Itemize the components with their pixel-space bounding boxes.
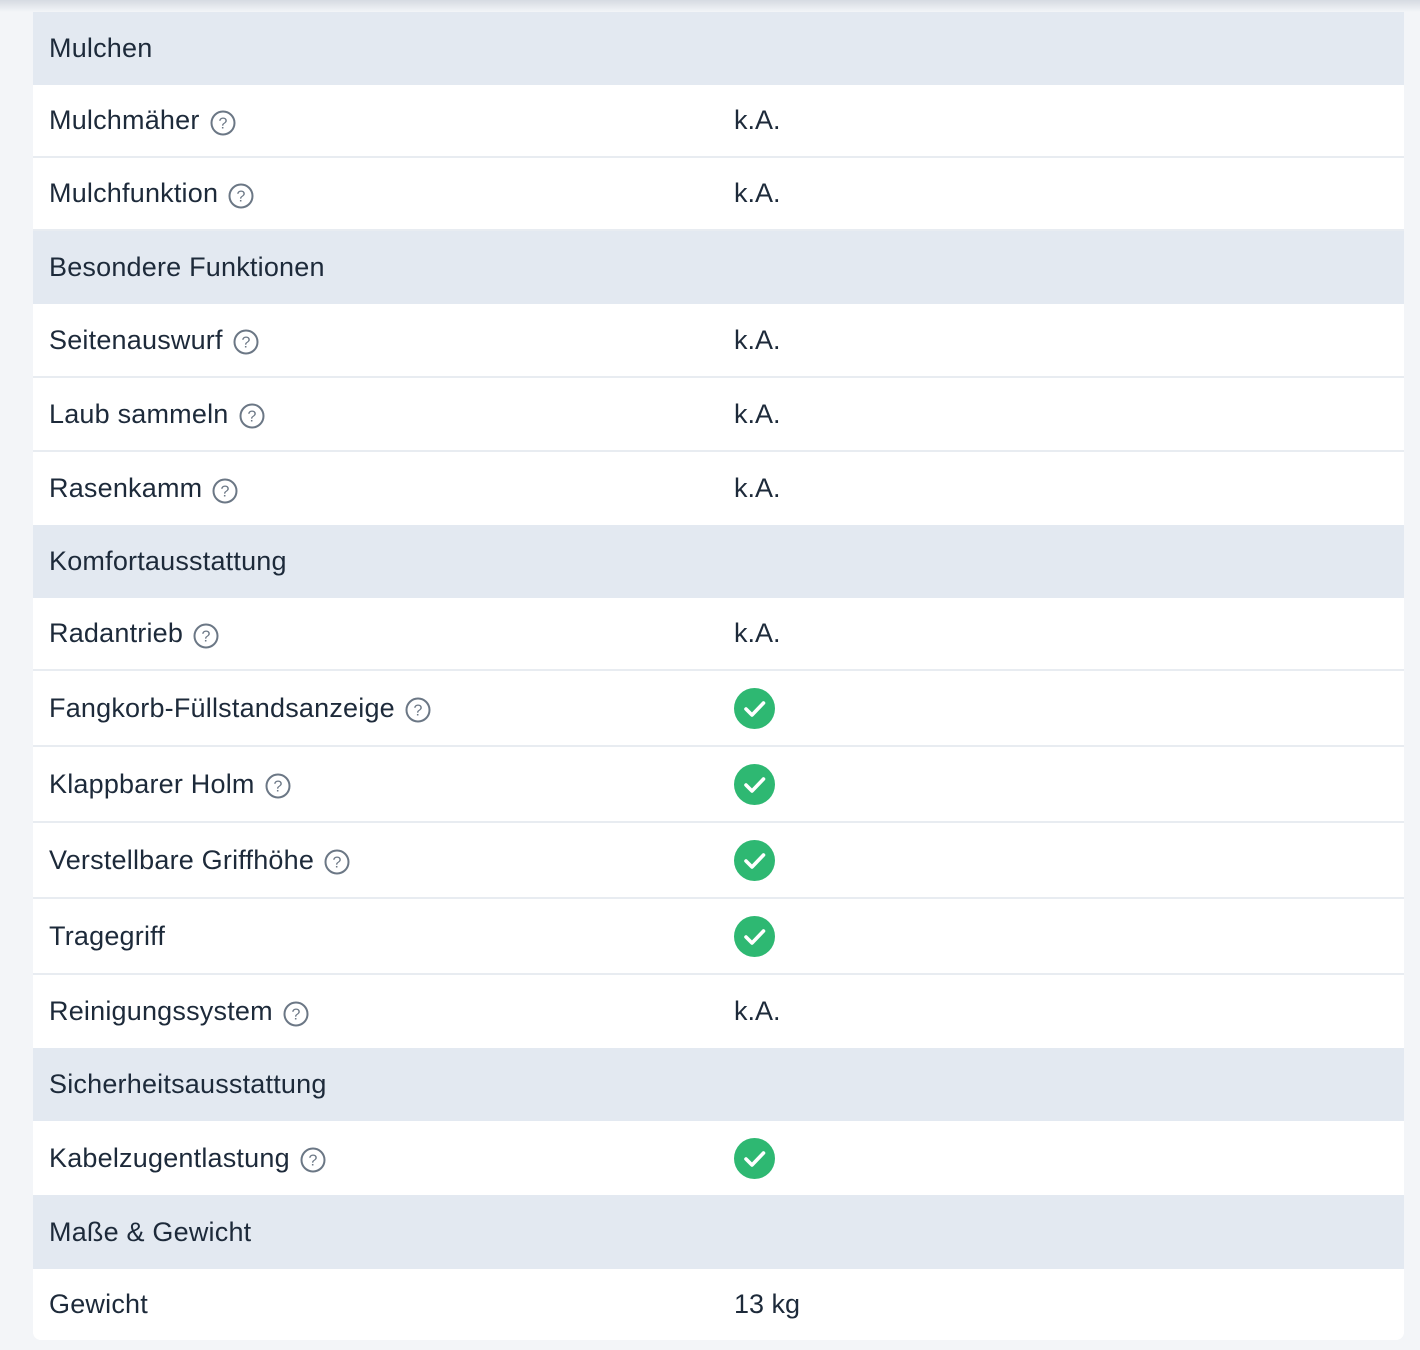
- svg-text:?: ?: [247, 409, 256, 426]
- spec-label: Laub sammeln: [49, 398, 229, 429]
- svg-text:?: ?: [308, 1153, 317, 1170]
- svg-text:?: ?: [202, 628, 211, 645]
- section-header-besondere-funktionen: Besondere Funktionen: [33, 231, 1404, 304]
- help-circle-icon[interactable]: ?: [239, 403, 265, 429]
- spec-label: Mulchfunktion: [49, 178, 219, 208]
- svg-text:?: ?: [241, 335, 250, 352]
- section-title: Sicherheitsausstattung: [49, 1069, 327, 1099]
- help-circle-icon[interactable]: ?: [212, 478, 238, 504]
- spec-row-gewicht: Gewicht 13 kg: [33, 1269, 1404, 1340]
- spec-row-klappbarer-holm: Klappbarer Holm?: [33, 747, 1404, 823]
- help-circle-icon[interactable]: ?: [265, 773, 291, 799]
- spec-label: Mulchmäher: [49, 105, 200, 135]
- svg-text:?: ?: [218, 115, 227, 132]
- section-title: Mulchen: [49, 33, 153, 63]
- check-circle-icon: [734, 915, 775, 957]
- section-header-mulchen: Mulchen: [33, 12, 1404, 85]
- check-circle-icon: [734, 839, 775, 881]
- help-circle-icon[interactable]: ?: [193, 623, 219, 649]
- section-title: Besondere Funktionen: [49, 252, 325, 282]
- section-header-masse-gewicht: Maße & Gewicht: [33, 1195, 1404, 1269]
- spec-value: k.A.: [734, 178, 781, 208]
- spec-value: k.A.: [734, 324, 781, 355]
- spec-row-kabelzugentlastung: Kabelzugentlastung?: [33, 1121, 1404, 1195]
- check-circle-icon: [734, 687, 775, 729]
- spec-row-reinigungssystem: Reinigungssystem? k.A.: [33, 975, 1404, 1048]
- spec-row-laub-sammeln: Laub sammeln? k.A.: [33, 378, 1404, 452]
- spec-label: Tragegriff: [49, 920, 166, 951]
- spec-row-fangkorb-fuellstandsanzeige: Fangkorb-Füllstandsanzeige?: [33, 671, 1404, 747]
- spec-value: k.A.: [734, 996, 781, 1026]
- section-header-komfortausstattung: Komfortausstattung: [33, 525, 1404, 598]
- check-circle-icon: [734, 1137, 775, 1179]
- check-circle-icon: [734, 763, 775, 805]
- spec-row-verstellbare-griffhoehe: Verstellbare Griffhöhe?: [33, 823, 1404, 899]
- section-title: Komfortausstattung: [49, 546, 287, 576]
- spec-row-mulchmaeher: Mulchmäher? k.A.: [33, 85, 1404, 158]
- spec-row-radantrieb: Radantrieb? k.A.: [33, 598, 1404, 671]
- svg-text:?: ?: [273, 779, 282, 796]
- help-circle-icon[interactable]: ?: [324, 849, 350, 875]
- spec-label: Rasenkamm: [49, 473, 203, 503]
- svg-text:?: ?: [237, 188, 246, 205]
- help-circle-icon[interactable]: ?: [405, 697, 431, 723]
- spec-label: Kabelzugentlastung: [49, 1142, 290, 1173]
- top-shadow: [0, 0, 1420, 12]
- spec-label: Gewicht: [49, 1289, 148, 1319]
- spec-value: k.A.: [734, 618, 781, 648]
- spec-label: Fangkorb-Füllstandsanzeige: [49, 692, 395, 723]
- spec-row-tragegriff: Tragegriff: [33, 899, 1404, 975]
- spec-row-mulchfunktion: Mulchfunktion? k.A.: [33, 158, 1404, 231]
- section-header-sicherheitsausstattung: Sicherheitsausstattung: [33, 1048, 1404, 1121]
- spec-label: Verstellbare Griffhöhe: [49, 844, 315, 875]
- help-circle-icon[interactable]: ?: [233, 329, 259, 355]
- spec-label: Reinigungssystem: [49, 996, 273, 1026]
- svg-text:?: ?: [291, 1006, 300, 1023]
- spec-label: Seitenauswurf: [49, 324, 223, 355]
- help-circle-icon[interactable]: ?: [300, 1147, 326, 1173]
- svg-text:?: ?: [333, 855, 342, 872]
- spec-table: Mulchen Mulchmäher? k.A. Mulchfunktion? …: [33, 12, 1404, 1340]
- help-circle-icon[interactable]: ?: [210, 110, 236, 136]
- spec-label: Radantrieb: [49, 618, 184, 648]
- help-circle-icon[interactable]: ?: [228, 183, 254, 209]
- spec-row-rasenkamm: Rasenkamm? k.A.: [33, 452, 1404, 525]
- svg-text:?: ?: [413, 703, 422, 720]
- spec-value: 13 kg: [734, 1289, 801, 1319]
- spec-row-seitenauswurf: Seitenauswurf? k.A.: [33, 304, 1404, 378]
- spec-value: k.A.: [734, 105, 781, 135]
- spec-value: k.A.: [734, 473, 781, 503]
- spec-label: Klappbarer Holm: [49, 768, 255, 799]
- svg-text:?: ?: [221, 483, 230, 500]
- help-circle-icon[interactable]: ?: [283, 1001, 309, 1027]
- spec-value: k.A.: [734, 398, 781, 429]
- section-title: Maße & Gewicht: [49, 1216, 252, 1247]
